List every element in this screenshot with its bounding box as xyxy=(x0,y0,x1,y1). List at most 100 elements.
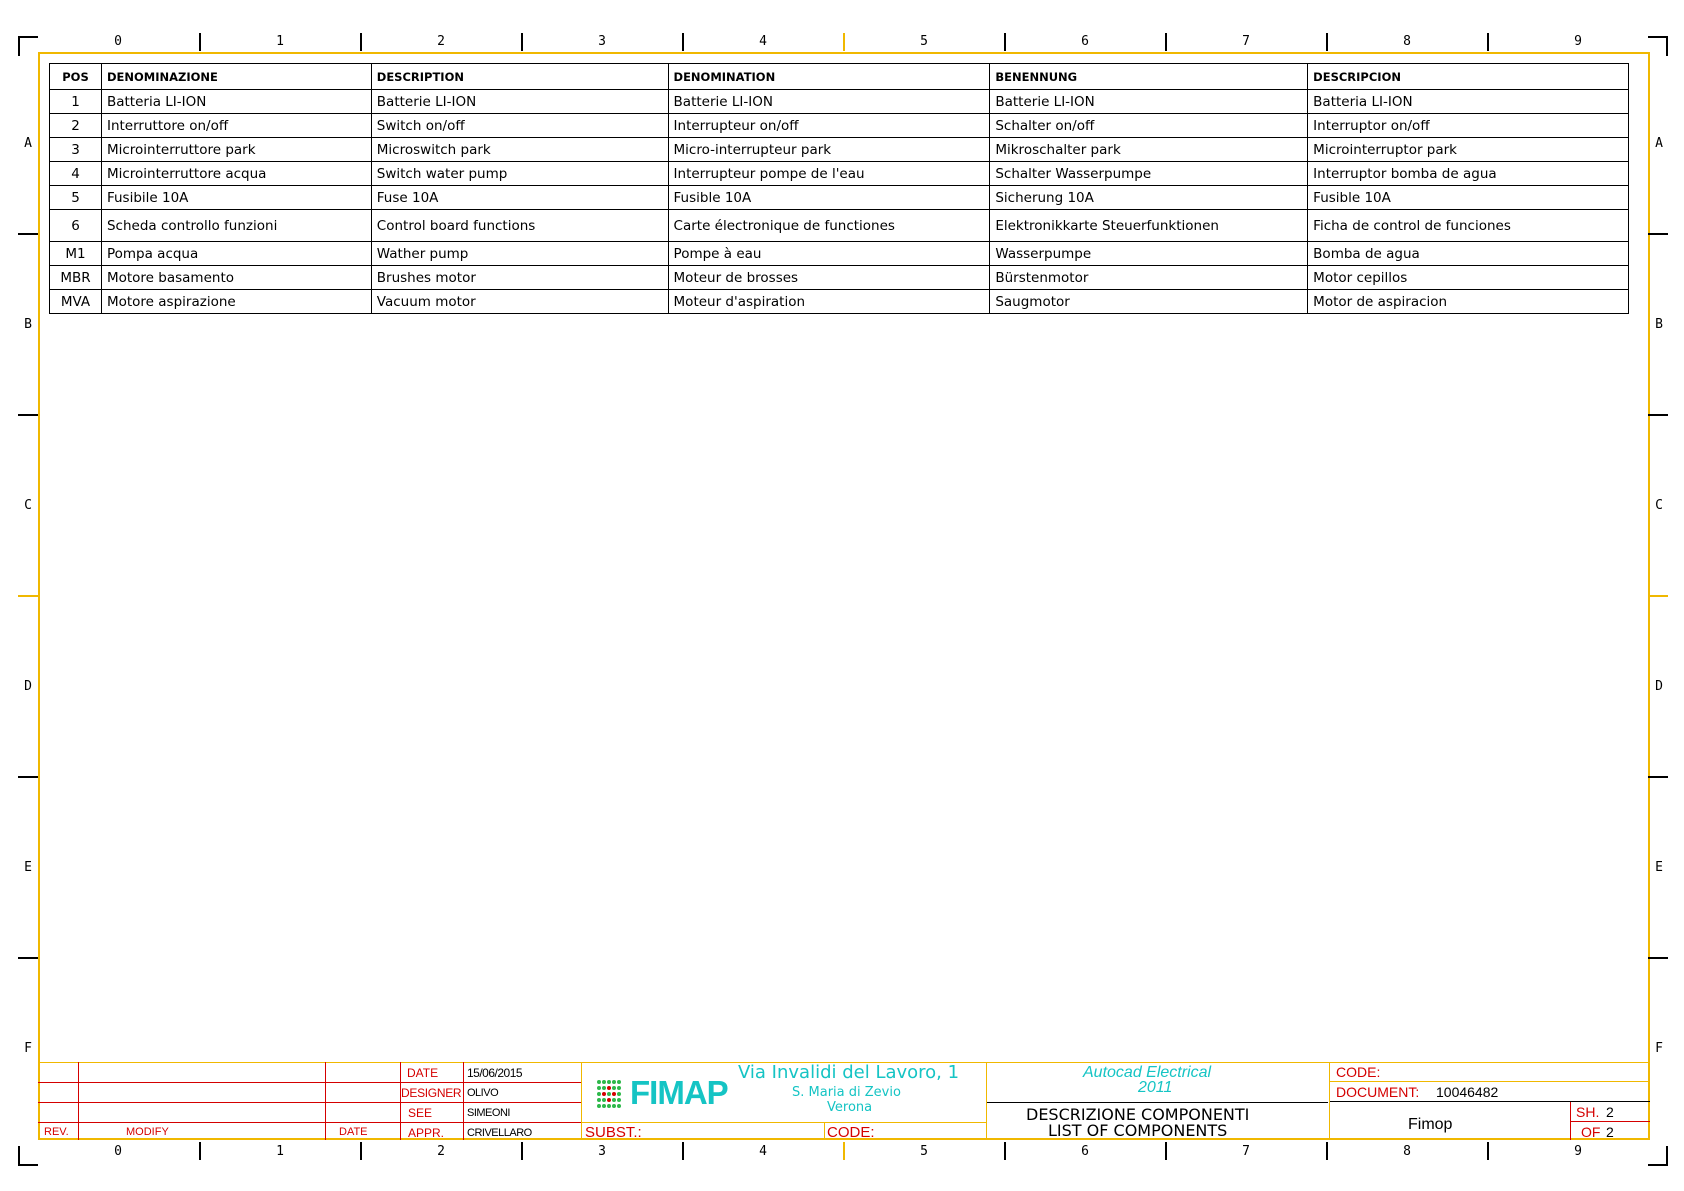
rev-label: REV. xyxy=(44,1126,69,1138)
modify-label: MODIFY xyxy=(126,1126,169,1138)
cell-german: Schalter Wasserpumpe xyxy=(989,161,1309,186)
corner-mark xyxy=(18,36,38,56)
components-table: POS DENOMINAZIONE DESCRIPTION DENOMINATI… xyxy=(49,63,1629,314)
zone-number: 8 xyxy=(1403,34,1411,49)
zone-tick xyxy=(1165,33,1167,51)
cell-pos: MBR xyxy=(49,265,102,290)
cell-french: Interrupteur on/off xyxy=(667,113,991,138)
zone-letter: C xyxy=(24,498,32,513)
divider xyxy=(986,1102,1328,1103)
zone-tick xyxy=(18,776,38,778)
address-line-2: S. Maria di Zevio xyxy=(792,1085,901,1100)
cell-italian: Microinterruttore acqua xyxy=(100,161,372,186)
header-description: DESCRIPTION xyxy=(370,63,669,90)
divider xyxy=(581,1122,986,1123)
zone-tick xyxy=(1004,1142,1006,1160)
cell-italian: Interruttore on/off xyxy=(100,113,372,138)
cell-english: Switch on/off xyxy=(370,113,669,138)
divider xyxy=(38,1102,581,1103)
zone-number: 6 xyxy=(1081,1144,1089,1159)
cell-english: Brushes motor xyxy=(370,265,669,290)
header-benennung: BENENNUNG xyxy=(989,63,1309,90)
zone-number: 2 xyxy=(437,34,445,49)
zone-letter: D xyxy=(1655,679,1663,694)
date-value: 15/06/2015 xyxy=(467,1066,523,1080)
cell-german: Sicherung 10A xyxy=(989,185,1309,210)
table-row: 5 Fusibile 10A Fuse 10A Fusible 10A Sich… xyxy=(49,185,1629,210)
cell-french: Pompe à eau xyxy=(667,241,991,266)
zone-letter: E xyxy=(1655,860,1663,875)
zone-letter: D xyxy=(24,679,32,694)
cell-italian: Batteria LI-ION xyxy=(100,89,372,114)
total-sheets: 2 xyxy=(1606,1124,1614,1140)
divider xyxy=(1329,1101,1650,1102)
header-pos: POS xyxy=(49,63,102,90)
zone-tick xyxy=(18,414,38,416)
zone-tick xyxy=(1648,414,1668,416)
cell-french: Batterie LI-ION xyxy=(667,89,991,114)
table-row: MBR Motore basamento Brushes motor Moteu… xyxy=(49,265,1629,290)
cell-italian: Microinterruttore park xyxy=(100,137,372,162)
cell-german: Wasserpumpe xyxy=(989,241,1309,266)
cell-pos: 1 xyxy=(49,89,102,114)
cell-spanish: Ficha de control de funciones xyxy=(1307,209,1629,242)
zone-tick xyxy=(199,1142,201,1160)
cell-english: Fuse 10A xyxy=(370,185,669,210)
divider xyxy=(1329,1062,1330,1140)
header-descripcion: DESCRIPCION xyxy=(1307,63,1629,90)
zone-tick xyxy=(1326,33,1328,51)
zone-letter: C xyxy=(1655,498,1663,513)
cell-spanish: Fusible 10A xyxy=(1307,185,1629,210)
cell-spanish: Batteria LI-ION xyxy=(1307,89,1629,114)
zone-number: 5 xyxy=(920,1144,928,1159)
table-row: 1 Batteria LI-ION Batterie LI-ION Batter… xyxy=(49,89,1629,114)
see-value: SIMEONI xyxy=(467,1107,510,1119)
zone-number: 4 xyxy=(759,34,767,49)
cell-spanish: Motor de aspiracion xyxy=(1307,289,1629,314)
see-label: SEE xyxy=(408,1106,433,1120)
table-row: 4 Microinterruttore acqua Switch water p… xyxy=(49,161,1629,186)
divider xyxy=(1570,1102,1571,1140)
zone-number: 2 xyxy=(437,1144,445,1159)
cell-italian: Scheda controllo funzioni xyxy=(100,209,372,242)
document-label: DOCUMENT: xyxy=(1336,1084,1420,1100)
cell-pos: M1 xyxy=(49,241,102,266)
cell-german: Schalter on/off xyxy=(989,113,1309,138)
cell-french: Carte électronique de functiones xyxy=(667,209,991,242)
cell-english: Control board functions xyxy=(370,209,669,242)
cell-spanish: Microinterruptor park xyxy=(1307,137,1629,162)
divider xyxy=(1329,1081,1650,1082)
divider xyxy=(325,1062,326,1140)
divider xyxy=(38,1122,581,1123)
cell-english: Switch water pump xyxy=(370,161,669,186)
cell-spanish: Bomba de agua xyxy=(1307,241,1629,266)
cell-english: Microswitch park xyxy=(370,137,669,162)
zone-number: 5 xyxy=(920,34,928,49)
table-row: M1 Pompa acqua Wather pump Pompe à eau W… xyxy=(49,241,1629,266)
divider xyxy=(824,1122,825,1140)
zone-letter: A xyxy=(24,136,32,151)
divider xyxy=(581,1062,582,1140)
appr-label: APPR. xyxy=(408,1126,445,1140)
cell-french: Interrupteur pompe de l'eau xyxy=(667,161,991,186)
cell-german: Batterie LI-ION xyxy=(989,89,1309,114)
logo-text: FIMAP xyxy=(630,1074,729,1111)
cell-pos: 2 xyxy=(49,113,102,138)
cell-english: Vacuum motor xyxy=(370,289,669,314)
cell-german: Mikroschalter park xyxy=(989,137,1309,162)
zone-tick xyxy=(843,33,845,51)
cell-french: Moteur de brosses xyxy=(667,265,991,290)
customer-name: Fimop xyxy=(1408,1116,1453,1133)
zone-number: 8 xyxy=(1403,1144,1411,1159)
corner-mark xyxy=(18,1146,38,1166)
zone-tick xyxy=(1004,33,1006,51)
zone-letter: B xyxy=(1655,317,1663,332)
cell-spanish: Motor cepillos xyxy=(1307,265,1629,290)
zone-letter: E xyxy=(24,860,32,875)
cell-french: Moteur d'aspiration xyxy=(667,289,991,314)
cell-german: Elektronikkarte Steuerfunktionen xyxy=(989,209,1309,242)
software-version: 2011 xyxy=(1138,1079,1173,1096)
zone-number: 3 xyxy=(598,34,606,49)
drawing-title-en: LIST OF COMPONENTS xyxy=(1048,1121,1228,1140)
zone-tick xyxy=(1648,595,1668,597)
